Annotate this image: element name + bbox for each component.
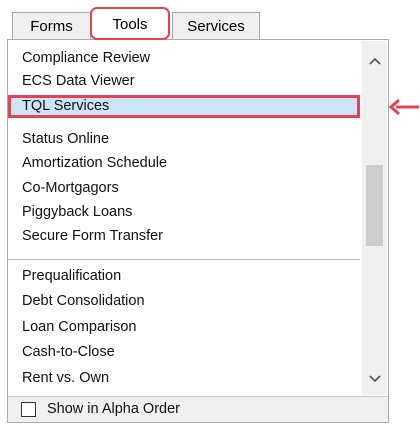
list-item-secure-form-transfer[interactable]: Secure Form Transfer [8,225,360,248]
alpha-order-label[interactable]: Show in Alpha Order [47,397,180,422]
chevron-up-icon[interactable] [362,49,387,73]
list-divider [8,259,360,260]
tools-list: Compliance Review ECS Data Viewer TQL Se… [8,40,360,396]
list-item-debt-consolidation[interactable]: Debt Consolidation [8,290,360,313]
tools-panel-screen: Forms Services Tools Compliance Review E… [0,0,420,426]
list-item-rent-vs-own[interactable]: Rent vs. Own [8,367,360,390]
list-item-status-online[interactable]: Status Online [8,128,360,151]
list-item-ecs-data-viewer[interactable]: ECS Data Viewer [8,70,360,93]
list-item-compliance-review[interactable]: Compliance Review [8,47,360,70]
chevron-down-icon[interactable] [362,367,387,391]
list-item-amortization-schedule[interactable]: Amortization Schedule [8,152,360,175]
list-item-co-mortgagors[interactable]: Co-Mortgagors [8,177,360,200]
list-scrollbar[interactable] [362,41,387,395]
list-footer: Show in Alpha Order [8,396,388,422]
list-item-prequalification[interactable]: Prequalification [8,265,360,288]
tab-tools[interactable]: Tools [90,7,170,40]
tab-services[interactable]: Services [172,12,260,39]
list-item-loan-comparison[interactable]: Loan Comparison [8,316,360,339]
scrollbar-thumb[interactable] [366,165,383,246]
list-item-tql-services[interactable]: TQL Services [8,95,360,118]
alpha-order-checkbox[interactable] [21,402,36,417]
list-item-piggyback-loans[interactable]: Piggyback Loans [8,201,360,224]
arrow-left-icon [388,97,420,117]
list-item-cash-to-close[interactable]: Cash-to-Close [8,341,360,364]
tab-forms[interactable]: Forms [12,12,91,39]
